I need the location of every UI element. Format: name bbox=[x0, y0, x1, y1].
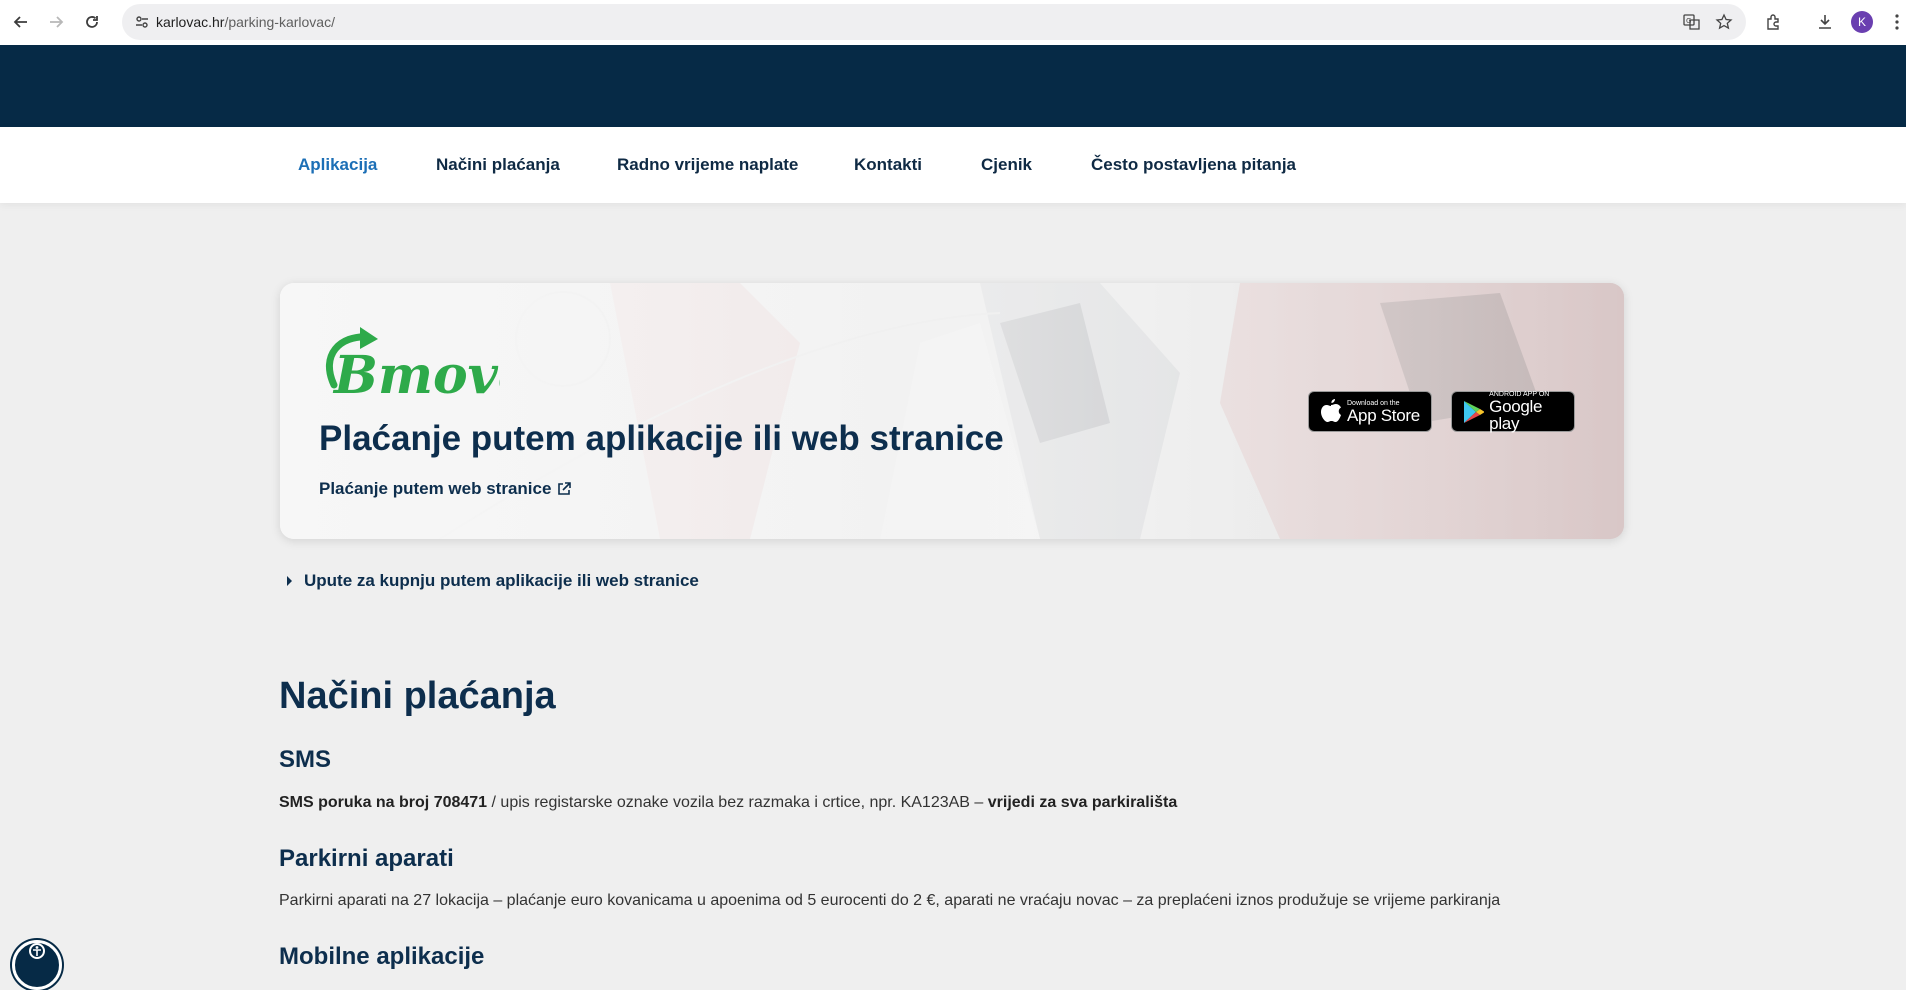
svg-text:Bmove: Bmove bbox=[332, 345, 500, 397]
main-navigation: Aplikacija Načini plaćanja Radno vrijeme… bbox=[0, 127, 1906, 203]
app-store-badge[interactable]: Download on the App Store bbox=[1308, 391, 1432, 432]
parking-machines-description: Parkirni aparati na 27 lokacija – plaćan… bbox=[279, 892, 1501, 909]
translate-icon[interactable]: G bbox=[1682, 12, 1702, 32]
nav-cesta-pitanja[interactable]: Često postavljena pitanja bbox=[1091, 155, 1296, 175]
profile-avatar[interactable]: K bbox=[1851, 11, 1873, 33]
google-play-big-text: Google play bbox=[1489, 397, 1543, 433]
nav-radno-vrijeme[interactable]: Radno vrijeme naplate bbox=[617, 155, 798, 175]
hero-card: Bmove Plaćanje putem aplikacije ili web … bbox=[280, 283, 1624, 539]
sms-tail: vrijedi za sva parkirališta bbox=[987, 794, 1178, 811]
apple-icon bbox=[1317, 398, 1345, 425]
app-store-big-text: App Store bbox=[1347, 405, 1420, 425]
accessibility-icon bbox=[29, 943, 45, 959]
sms-lead: SMS poruka na broj 708471 bbox=[279, 794, 488, 811]
google-play-icon bbox=[1460, 400, 1487, 424]
nav-cjenik[interactable]: Cjenik bbox=[981, 155, 1032, 175]
svg-text:G: G bbox=[1686, 17, 1691, 25]
browser-toolbar: karlovac.hr/parking-karlovac/ G K bbox=[0, 0, 1906, 46]
site-info-icon[interactable] bbox=[132, 12, 152, 32]
downloads-icon[interactable] bbox=[1814, 11, 1836, 33]
back-icon[interactable] bbox=[9, 10, 33, 34]
nav-aplikacija[interactable]: Aplikacija bbox=[298, 155, 377, 175]
sms-description: SMS poruka na broj 708471 / upis regista… bbox=[279, 794, 1177, 812]
bookmark-star-icon[interactable] bbox=[1714, 12, 1734, 32]
reload-icon[interactable] bbox=[80, 10, 104, 34]
nav-nacini-placanja[interactable]: Načini plaćanja bbox=[436, 155, 560, 175]
parking-machines-heading: Parkirni aparati bbox=[279, 845, 454, 872]
google-play-badge[interactable]: ANDROID APP ON Google play bbox=[1451, 391, 1575, 432]
bmove-logo: Bmove bbox=[325, 327, 500, 397]
accessibility-button[interactable] bbox=[12, 940, 62, 990]
forward-icon[interactable] bbox=[44, 10, 68, 34]
site-header-bar bbox=[0, 45, 1906, 127]
sms-heading: SMS bbox=[279, 746, 332, 773]
external-link-icon bbox=[558, 482, 572, 495]
hero-title: Plaćanje putem aplikacije ili web strani… bbox=[319, 419, 1004, 458]
web-payment-link-label: Plaćanje putem web stranice bbox=[319, 479, 552, 498]
instructions-accordion[interactable]: Upute za kupnju putem aplikacije ili web… bbox=[287, 571, 699, 591]
menu-kebab-icon[interactable] bbox=[1890, 11, 1904, 33]
mobile-apps-heading: Mobilne aplikacije bbox=[279, 943, 485, 970]
extensions-icon[interactable] bbox=[1763, 11, 1785, 33]
address-bar[interactable]: karlovac.hr/parking-karlovac/ G bbox=[122, 4, 1746, 40]
accordion-label: Upute za kupnju putem aplikacije ili web… bbox=[304, 571, 699, 590]
web-payment-link[interactable]: Plaćanje putem web stranice bbox=[319, 479, 572, 499]
nav-kontakti[interactable]: Kontakti bbox=[854, 155, 922, 175]
caret-right-icon bbox=[287, 576, 292, 586]
section-heading: Načini plaćanja bbox=[279, 675, 556, 717]
sms-text: / upis registarske oznake vozila bez raz… bbox=[487, 794, 988, 811]
url-text[interactable]: karlovac.hr/parking-karlovac/ bbox=[156, 14, 335, 30]
